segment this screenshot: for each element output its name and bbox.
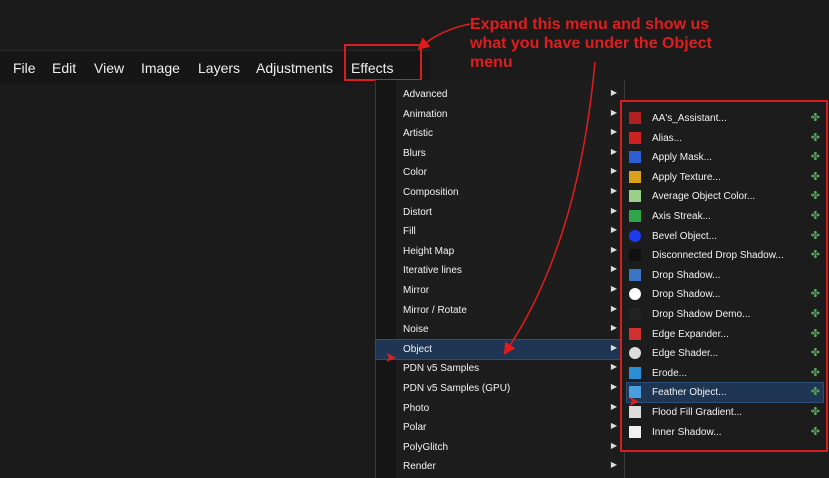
- annotation-arrows: [417, 23, 596, 356]
- arrow-to-object: [503, 61, 596, 356]
- arrow-to-effects: [417, 23, 471, 50]
- mouse-cursor-icon: ➤: [628, 393, 640, 409]
- mouse-cursor-icon: ➤: [385, 349, 397, 365]
